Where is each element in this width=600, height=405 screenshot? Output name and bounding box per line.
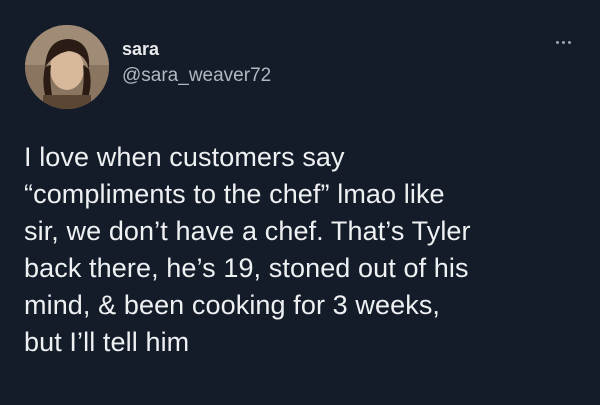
author-name[interactable]: sara: [122, 38, 159, 60]
dot: [567, 40, 571, 44]
dot: [561, 40, 565, 44]
tweet-text-line: I love when customers say: [24, 142, 345, 172]
tweet-text-line: “compliments to the chef” lmao like: [24, 179, 445, 209]
avatar[interactable]: [25, 25, 109, 109]
more-options-icon[interactable]: [548, 34, 578, 50]
tweet-text-line: mind, & been cooking for 3 weeks,: [24, 290, 441, 320]
tweet-card: sara @sara_weaver72 I love when customer…: [0, 0, 600, 405]
tweet-text: I love when customers say “compliments t…: [24, 139, 584, 361]
tweet-text-line: back there, he’s 19, stoned out of his: [24, 253, 469, 283]
tweet-text-line: sir, we don’t have a chef. That’s Tyler: [24, 216, 471, 246]
dot: [555, 40, 559, 44]
author-handle[interactable]: @sara_weaver72: [122, 64, 271, 87]
profile-photo-icon: [25, 25, 109, 109]
tweet-text-line: but I’ll tell him: [24, 327, 190, 357]
